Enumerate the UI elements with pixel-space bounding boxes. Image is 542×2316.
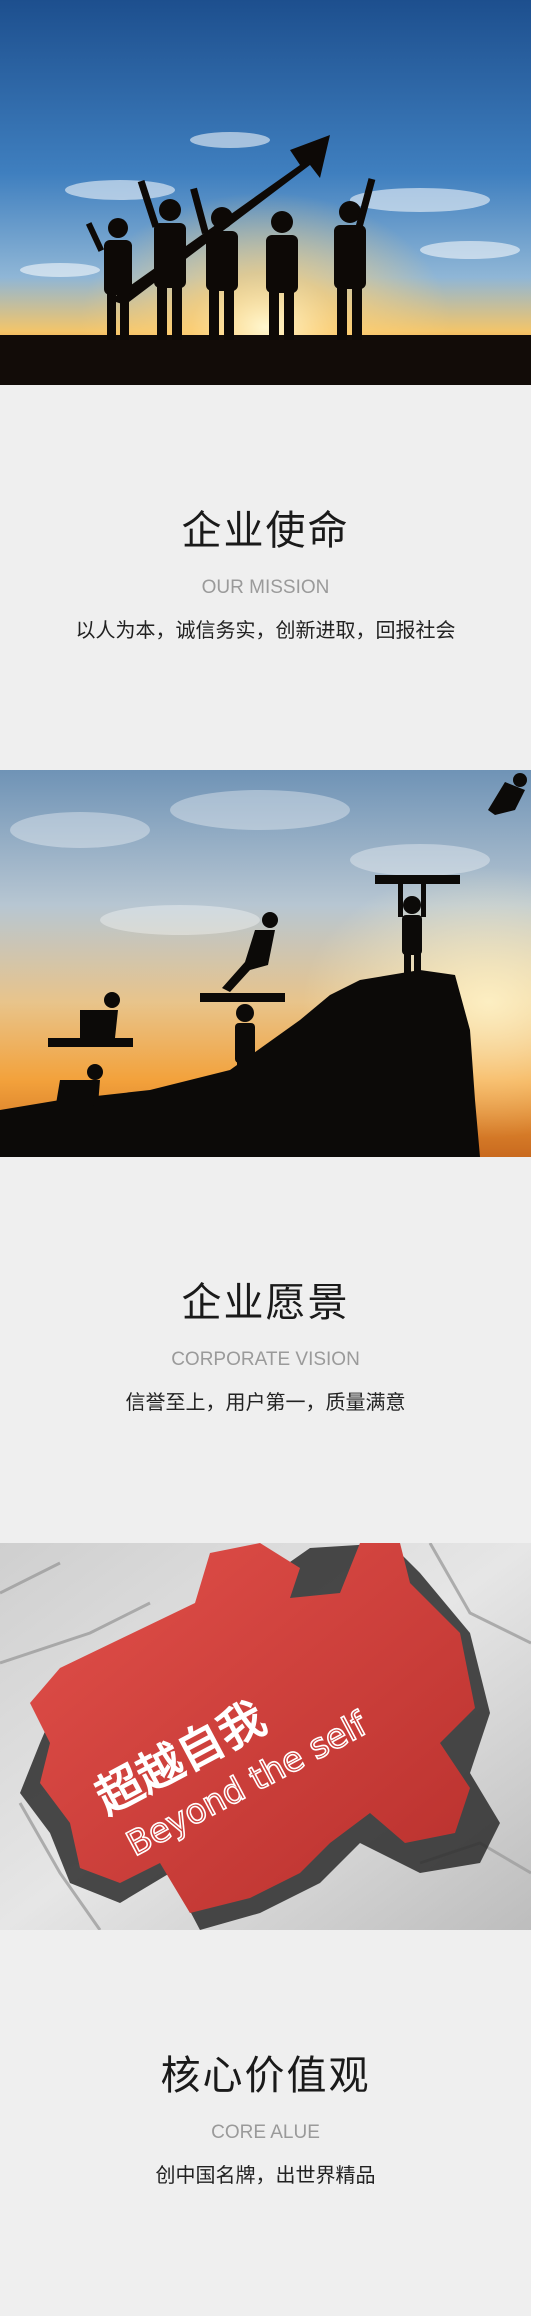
team-success-illustration [0,0,531,385]
core-values-description: 创中国名牌，出世界精品 [155,2163,376,2187]
puzzle-photo: 超越自我 Beyond the self [0,1543,531,1930]
teamwork-climb-photo [0,770,531,1157]
puzzle-illustration: 超越自我 Beyond the self [0,1543,531,1930]
page: 企业使命 OUR MISSION 以人为本，诚信务实，创新进取，回报社会 企业愿… [0,0,531,2316]
mission-title: 企业使命 [181,508,350,554]
mission-subtitle: OUR MISSION [201,577,330,598]
mission-description: 以人为本，诚信务实，创新进取，回报社会 [75,618,456,642]
right-margin-strip [531,0,542,2316]
vision-description: 信誉至上，用户第一，质量满意 [125,1390,406,1414]
vision-section: 企业愿景 CORPORATE VISION 信誉至上，用户第一，质量满意 [0,1157,531,1543]
core-values-section: 核心价值观 CORE ALUE 创中国名牌，出世界精品 [0,1930,531,2316]
vision-subtitle: CORPORATE VISION [171,1349,360,1370]
mission-section: 企业使命 OUR MISSION 以人为本，诚信务实，创新进取，回报社会 [0,385,531,770]
vision-title: 企业愿景 [181,1280,350,1326]
team-success-photo [0,0,531,385]
teamwork-climb-illustration [0,770,531,1157]
core-values-subtitle: CORE ALUE [211,2122,320,2143]
core-values-title: 核心价值观 [160,2053,371,2099]
